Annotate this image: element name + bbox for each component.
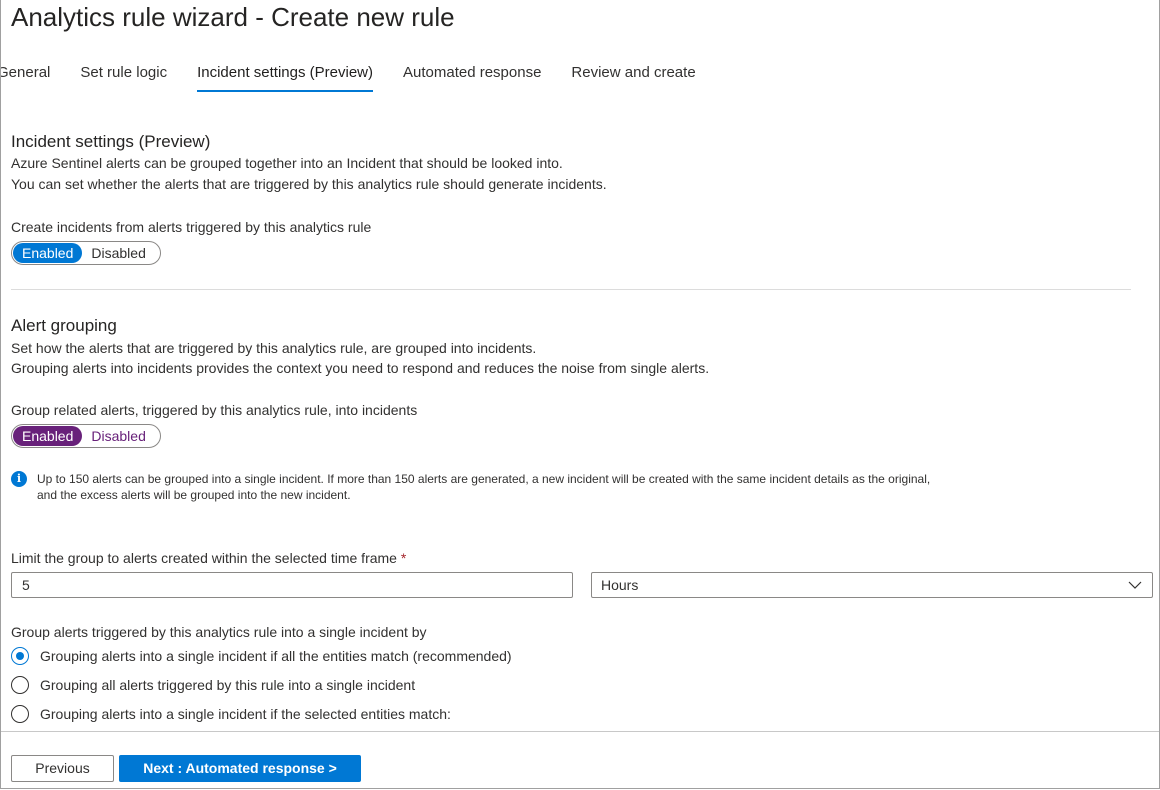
- next-button[interactable]: Next : Automated response >: [119, 755, 361, 782]
- incident-settings-desc-1: Azure Sentinel alerts can be grouped tog…: [11, 155, 563, 171]
- chevron-down-icon: [1128, 581, 1142, 589]
- tab-general[interactable]: General: [1, 64, 50, 92]
- info-icon: i: [11, 471, 27, 487]
- create-incidents-enabled-option[interactable]: Enabled: [13, 243, 83, 263]
- tab-set-rule-logic[interactable]: Set rule logic: [80, 64, 167, 92]
- wizard-footer: Previous Next : Automated response >: [1, 731, 1159, 788]
- group-alerts-disabled-option[interactable]: Disabled: [82, 426, 154, 446]
- alert-grouping-desc-2: Grouping alerts into incidents provides …: [11, 360, 710, 376]
- group-alerts-enabled-option[interactable]: Enabled: [13, 426, 83, 446]
- radio-button[interactable]: [11, 676, 29, 694]
- alert-grouping-desc-1: Set how the alerts that are triggered by…: [11, 340, 537, 356]
- tab-incident-settings[interactable]: Incident settings (Preview): [197, 64, 373, 92]
- tab-review-and-create[interactable]: Review and create: [571, 64, 695, 92]
- wizard-tabs: General Set rule logic Incident settings…: [1, 64, 726, 96]
- grouping-option-label: Grouping all alerts triggered by this ru…: [40, 677, 416, 693]
- section-divider: [11, 289, 1131, 290]
- time-unit-selected: Hours: [601, 577, 639, 593]
- time-unit-dropdown[interactable]: Hours: [591, 572, 1153, 598]
- grouping-option-all-entities[interactable]: Grouping alerts into a single incident i…: [11, 647, 512, 665]
- info-text-line-1: Up to 150 alerts can be grouped into a s…: [37, 472, 931, 486]
- grouping-option-selected-entities[interactable]: Grouping alerts into a single incident i…: [11, 705, 451, 723]
- grouping-option-label: Grouping alerts into a single incident i…: [40, 648, 512, 664]
- create-incidents-toggle[interactable]: Enabled Disabled: [11, 241, 161, 265]
- grouping-option-single-incident[interactable]: Grouping all alerts triggered by this ru…: [11, 676, 415, 694]
- grouping-option-label: Grouping alerts into a single incident i…: [40, 706, 451, 722]
- alert-grouping-heading: Alert grouping: [11, 316, 117, 335]
- page-title: Analytics rule wizard - Create new rule: [11, 2, 455, 32]
- wizard-window: Analytics rule wizard - Create new rule …: [0, 0, 1160, 789]
- time-frame-label-text: Limit the group to alerts created within…: [11, 550, 397, 566]
- create-incidents-disabled-option[interactable]: Disabled: [82, 243, 154, 263]
- group-by-label: Group alerts triggered by this analytics…: [11, 624, 427, 640]
- radio-button[interactable]: [11, 705, 29, 723]
- required-indicator: *: [400, 550, 407, 566]
- info-text-line-2: and the excess alerts will be grouped in…: [37, 488, 351, 502]
- previous-button[interactable]: Previous: [11, 755, 114, 782]
- time-frame-value-input[interactable]: 5: [11, 572, 573, 598]
- incident-settings-heading: Incident settings (Preview): [11, 132, 211, 151]
- incident-settings-desc-2: You can set whether the alerts that are …: [11, 176, 607, 192]
- tab-automated-response[interactable]: Automated response: [403, 64, 541, 92]
- group-related-alerts-label: Group related alerts, triggered by this …: [11, 402, 418, 418]
- time-frame-label: Limit the group to alerts created within…: [11, 550, 406, 566]
- info-message: i Up to 150 alerts can be grouped into a…: [11, 471, 930, 503]
- radio-button-checked[interactable]: [11, 647, 29, 665]
- group-alerts-toggle[interactable]: Enabled Disabled: [11, 424, 161, 448]
- create-incidents-label: Create incidents from alerts triggered b…: [11, 219, 372, 235]
